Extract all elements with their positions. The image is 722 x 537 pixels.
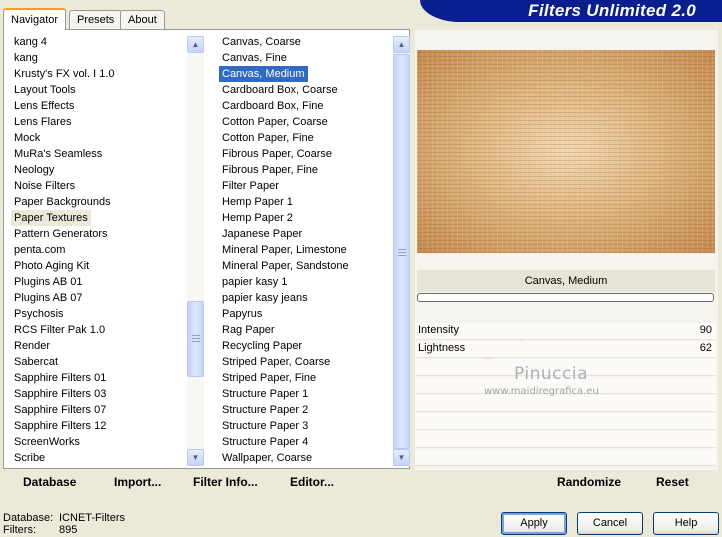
filter-item[interactable]: Filter Paper [219,178,279,194]
category-item[interactable]: ScreenWorks [11,434,80,450]
slider-row[interactable]: Lightness 62 [415,341,716,364]
filter-item[interactable]: Structure Paper 4 [219,434,308,450]
filter-item[interactable]: Rag Paper [219,322,275,338]
category-item[interactable]: Mock [11,130,40,146]
category-item[interactable]: Sapphire Filters 03 [11,386,106,402]
filter-list[interactable]: Canvas, Coarse Canvas, Fine Canvas, Medium… [219,34,393,466]
slider-value: 90 [699,324,712,336]
filter-item[interactable]: Cotton Paper, Fine [219,130,314,146]
filter-item[interactable]: Canvas, Coarse [219,34,301,50]
category-item[interactable]: Paper Backgrounds [11,194,111,210]
preview-image [417,50,715,253]
status-filters-value: 895 [59,524,78,536]
filter-item[interactable]: Canvas, Fine [219,50,287,66]
slider-row [415,395,716,412]
filter-item[interactable]: Hemp Paper 2 [219,210,293,226]
filter-item[interactable]: Mineral Paper, Limestone [219,242,347,258]
scroll-up-button[interactable]: ▲ [393,36,410,53]
randomize-button[interactable]: Randomize [557,475,621,489]
tab-navigator[interactable]: Navigator [3,8,67,30]
filter-item[interactable]: Wallpaper, Coarse [219,450,312,466]
watermark-name: Pinuccia [514,364,588,384]
category-item[interactable]: Pattern Generators [11,226,108,242]
apply-button[interactable]: Apply [501,512,567,535]
import-button[interactable]: Import... [114,474,161,490]
status-database-label: Database: [3,512,54,524]
filter-item[interactable]: Papyrus [219,306,262,322]
scroll-down-button[interactable]: ▼ [393,449,410,466]
status-filters: Filters: 895 [3,524,77,537]
scroll-down-button[interactable]: ▼ [187,449,204,466]
cancel-button[interactable]: Cancel [577,512,643,535]
filter-item[interactable]: Recycling Paper [219,338,302,354]
category-item[interactable]: Photo Aging Kit [11,258,89,274]
category-item[interactable]: RCS Filter Pak 1.0 [11,322,105,338]
category-scrollbar[interactable]: ▲ ▼ [187,36,204,466]
filter-item[interactable]: Cardboard Box, Fine [219,98,324,114]
app-title: Filters Unlimited 2.0 [528,1,696,20]
slider-row[interactable]: Intensity 90 [415,323,716,346]
progress-bar [417,293,714,302]
category-item[interactable]: Sapphire Filters 12 [11,418,106,434]
filter-item[interactable]: Fibrous Paper, Fine [219,162,318,178]
category-item[interactable]: Lens Flares [11,114,71,130]
category-item[interactable]: Paper Textures [11,210,91,226]
reset-button[interactable]: Reset [656,475,689,489]
scroll-up-button[interactable]: ▲ [187,36,204,53]
category-item[interactable]: Plugins AB 01 [11,274,83,290]
tab-about[interactable]: About [120,10,165,29]
filter-item[interactable]: Cotton Paper, Coarse [219,114,328,130]
slider-value: 62 [699,342,712,354]
filter-item[interactable]: Fibrous Paper, Coarse [219,146,332,162]
category-item[interactable]: Sapphire Filters 07 [11,402,106,418]
slider-label: Lightness [418,342,466,354]
category-item[interactable]: Scribe [11,450,45,466]
help-button[interactable]: Help [653,512,719,535]
filter-scrollbar[interactable]: ▲ ▼ [393,36,410,466]
filter-item[interactable]: Striped Paper, Fine [219,370,316,386]
category-item[interactable]: Sapphire Filters 01 [11,370,106,386]
database-button[interactable]: Database [23,474,76,490]
slider-row [415,449,716,466]
filter-item[interactable]: papier kasy 1 [219,274,287,290]
filter-info-button[interactable]: Filter Info... [193,474,258,490]
filter-item[interactable]: papier kasy jeans [219,290,308,306]
category-item[interactable]: Lens Effects [11,98,74,114]
category-item[interactable]: Psychosis [11,306,64,322]
category-item[interactable]: Neology [11,162,54,178]
tab-presets[interactable]: Presets [69,10,123,29]
category-list[interactable]: kang 4 kang Krusty's FX vol. I 1.0 Layout T… [11,34,186,466]
title-banner: Filters Unlimited 2.0 [420,0,722,22]
filter-item[interactable]: Structure Paper 2 [219,402,308,418]
filter-item[interactable]: Canvas, Medium [219,66,308,82]
status-filters-label: Filters: [3,524,36,536]
category-item[interactable]: penta.com [11,242,65,258]
category-item[interactable]: kang 4 [11,34,47,50]
filter-item[interactable]: Cardboard Box, Coarse [219,82,338,98]
filter-item[interactable]: Striped Paper, Coarse [219,354,330,370]
watermark-url: www.maidiregrafica.eu [484,386,599,397]
category-item[interactable]: Plugins AB 07 [11,290,83,306]
slider-row [415,413,716,430]
filter-item[interactable]: Mineral Paper, Sandstone [219,258,349,274]
category-item[interactable]: Render [11,338,50,354]
slider-row [415,431,716,448]
scroll-thumb[interactable] [393,54,410,449]
editor-button[interactable]: Editor... [290,474,334,490]
category-item[interactable]: Sabercat [11,354,58,370]
category-item[interactable]: Krusty's FX vol. I 1.0 [11,66,115,82]
filter-item[interactable]: Structure Paper 1 [219,386,308,402]
filter-item[interactable]: Japanese Paper [219,226,302,242]
filter-item[interactable]: Structure Paper 3 [219,418,308,434]
category-item[interactable]: MuRa's Seamless [11,146,102,162]
navigator-toolbar: Database Import... Filter Info... Editor… [3,469,410,495]
category-item[interactable]: Layout Tools [11,82,76,98]
filter-item[interactable]: Hemp Paper 1 [219,194,293,210]
category-item[interactable]: Noise Filters [11,178,75,194]
filter-name-label: Canvas, Medium [417,270,715,292]
category-item[interactable]: kang [11,50,38,66]
slider-label: Intensity [418,324,459,336]
scroll-thumb[interactable] [187,301,204,377]
